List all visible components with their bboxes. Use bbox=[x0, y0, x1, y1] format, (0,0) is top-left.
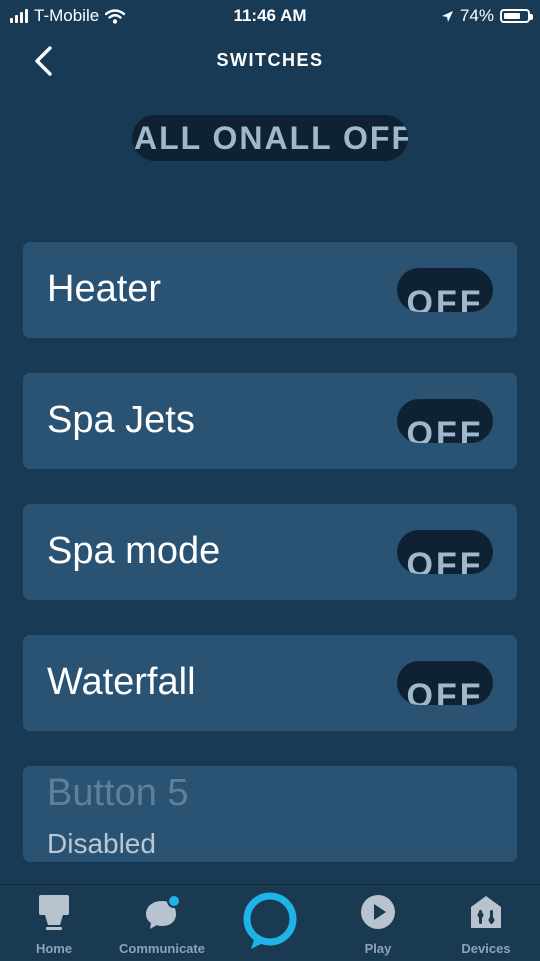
switch-label: Waterfall bbox=[47, 661, 196, 703]
switch-row-button-5: Button 5 Disabled bbox=[23, 766, 517, 862]
waterfall-toggle[interactable]: OFF bbox=[397, 661, 493, 705]
battery-icon bbox=[500, 9, 533, 23]
heater-toggle[interactable]: OFF bbox=[397, 268, 493, 312]
toggle-state: OFF bbox=[406, 677, 484, 705]
switch-label: Heater bbox=[47, 268, 162, 310]
status-right: 74% bbox=[441, 6, 533, 26]
spa-mode-toggle[interactable]: OFF bbox=[397, 530, 493, 574]
devices-icon bbox=[471, 896, 501, 928]
chat-bubble-icon bbox=[146, 894, 181, 929]
battery-percent: 74% bbox=[459, 6, 494, 25]
switch-label: Spa Jets bbox=[47, 399, 195, 441]
nav-play[interactable]: Play bbox=[338, 885, 418, 961]
switch-row-heater: Heater OFF bbox=[23, 242, 517, 338]
nav-label: Communicate bbox=[119, 941, 205, 956]
alexa-ring-icon bbox=[243, 892, 297, 949]
bottom-nav: Home Communicate Play Devices bbox=[0, 884, 540, 961]
toggle-state: OFF bbox=[406, 415, 484, 443]
page-title: SWITCHES bbox=[216, 50, 324, 70]
toggle-state: OFF bbox=[406, 546, 484, 574]
switch-row-spa-jets: Spa Jets OFF bbox=[23, 373, 517, 469]
disabled-note: Disabled bbox=[47, 828, 156, 859]
nav-communicate[interactable]: Communicate bbox=[112, 885, 212, 961]
toggle-state: OFF bbox=[406, 284, 484, 312]
nav-home[interactable]: Home bbox=[14, 885, 94, 961]
status-bar: T-Mobile 11:46 AM 74% bbox=[0, 0, 540, 32]
battery-tip bbox=[530, 14, 533, 20]
switch-label: Spa mode bbox=[47, 530, 221, 572]
all-on-label: ALL ON bbox=[134, 120, 265, 156]
all-on-off-toggle[interactable]: ALL ON ALL OFF bbox=[132, 115, 408, 161]
nav-label: Home bbox=[35, 941, 73, 956]
play-icon bbox=[361, 895, 395, 929]
all-off-label: ALL OFF bbox=[264, 120, 408, 156]
nav-label: Devices bbox=[461, 941, 511, 956]
switch-label: Button 5 bbox=[47, 772, 189, 814]
spa-jets-toggle[interactable]: OFF bbox=[397, 399, 493, 443]
nav-label: Play bbox=[364, 941, 392, 956]
location-arrow-icon bbox=[441, 10, 453, 22]
switch-row-spa-mode: Spa mode OFF bbox=[23, 504, 517, 600]
battery-fill bbox=[504, 13, 520, 19]
nav-devices[interactable]: Devices bbox=[446, 885, 526, 961]
nav-alexa[interactable] bbox=[230, 885, 310, 961]
switch-row-waterfall: Waterfall OFF bbox=[23, 635, 517, 731]
home-icon bbox=[39, 895, 69, 930]
